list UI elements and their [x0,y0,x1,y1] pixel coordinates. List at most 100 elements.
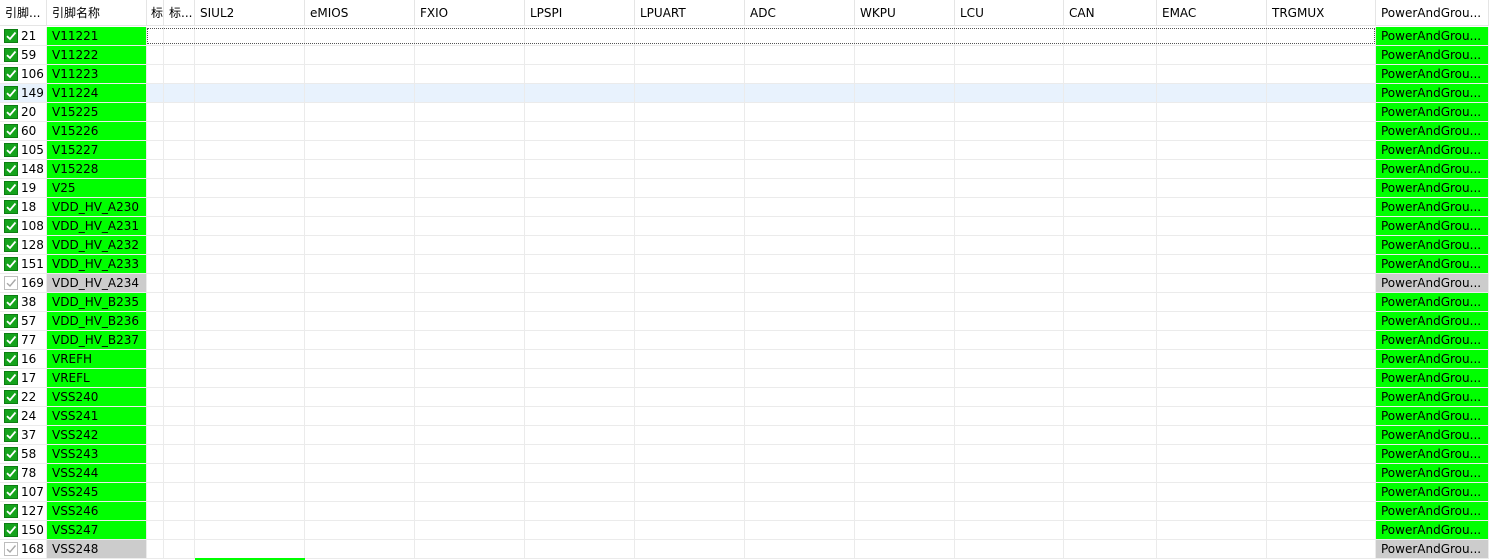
cell-trgmux[interactable] [1267,179,1376,198]
pin-name-cell[interactable]: VDD_HV_A232 [47,236,147,255]
cell-emios[interactable] [305,236,415,255]
cell-c4[interactable] [164,312,195,331]
power-and-ground-cell[interactable]: PowerAndGrou... [1376,483,1489,502]
cell-lpuart[interactable] [635,540,745,559]
pin-enabled-checkbox-icon[interactable] [4,428,18,442]
cell-can[interactable] [1064,65,1157,84]
cell-emac[interactable] [1157,236,1267,255]
cell-lcu[interactable] [955,464,1064,483]
cell-c3[interactable] [147,84,164,103]
pin-number-cell[interactable]: 17 [0,369,47,388]
cell-can[interactable] [1064,502,1157,521]
cell-c3[interactable] [147,407,164,426]
cell-emios[interactable] [305,122,415,141]
cell-siul2[interactable] [195,198,305,217]
cell-lpuart[interactable] [635,84,745,103]
table-row[interactable]: 60 V15226 PowerAndGrou... [0,122,1489,141]
pin-enabled-checkbox-icon[interactable] [4,314,18,328]
cell-c4[interactable] [164,407,195,426]
pin-name-cell[interactable]: VDD_HV_A230 [47,198,147,217]
power-and-ground-cell[interactable]: PowerAndGrou... [1376,521,1489,540]
cell-c4[interactable] [164,46,195,65]
power-and-ground-cell[interactable]: PowerAndGrou... [1376,407,1489,426]
cell-siul2[interactable] [195,331,305,350]
cell-lpspi[interactable] [525,160,635,179]
cell-siul2[interactable] [195,160,305,179]
pin-enabled-checkbox-icon[interactable] [4,295,18,309]
cell-lpspi[interactable] [525,179,635,198]
cell-lpspi[interactable] [525,274,635,293]
cell-adc[interactable] [745,369,855,388]
cell-emios[interactable] [305,445,415,464]
table-row[interactable]: 150 VSS247 PowerAndGrou... [0,521,1489,540]
cell-siul2[interactable] [195,84,305,103]
cell-fxio[interactable] [415,521,525,540]
cell-lpuart[interactable] [635,27,745,46]
pin-number-cell[interactable]: 168 [0,540,47,559]
cell-lpuart[interactable] [635,65,745,84]
cell-c4[interactable] [164,84,195,103]
cell-trgmux[interactable] [1267,160,1376,179]
cell-emios[interactable] [305,179,415,198]
cell-lpuart[interactable] [635,350,745,369]
cell-lcu[interactable] [955,84,1064,103]
cell-emac[interactable] [1157,464,1267,483]
cell-adc[interactable] [745,46,855,65]
pin-number-cell[interactable]: 37 [0,426,47,445]
power-and-ground-cell[interactable]: PowerAndGrou... [1376,141,1489,160]
cell-can[interactable] [1064,521,1157,540]
cell-emios[interactable] [305,46,415,65]
cell-lpuart[interactable] [635,426,745,445]
cell-trgmux[interactable] [1267,388,1376,407]
pin-number-cell[interactable]: 58 [0,445,47,464]
cell-trgmux[interactable] [1267,122,1376,141]
cell-can[interactable] [1064,293,1157,312]
cell-c3[interactable] [147,426,164,445]
cell-emac[interactable] [1157,274,1267,293]
pin-name-cell[interactable]: VREFH [47,350,147,369]
cell-trgmux[interactable] [1267,293,1376,312]
pin-enabled-checkbox-icon[interactable] [4,523,18,537]
cell-c3[interactable] [147,179,164,198]
column-header-c3[interactable]: 标 [147,0,164,26]
table-row[interactable]: 105 V15227 PowerAndGrou... [0,141,1489,160]
cell-adc[interactable] [745,426,855,445]
cell-adc[interactable] [745,141,855,160]
cell-siul2[interactable] [195,217,305,236]
cell-siul2[interactable] [195,236,305,255]
cell-lpspi[interactable] [525,483,635,502]
cell-fxio[interactable] [415,103,525,122]
cell-lcu[interactable] [955,388,1064,407]
cell-fxio[interactable] [415,540,525,559]
cell-lpspi[interactable] [525,521,635,540]
cell-adc[interactable] [745,255,855,274]
cell-emios[interactable] [305,160,415,179]
power-and-ground-cell[interactable]: PowerAndGrou... [1376,236,1489,255]
cell-trgmux[interactable] [1267,103,1376,122]
cell-c3[interactable] [147,540,164,559]
power-and-ground-cell[interactable]: PowerAndGrou... [1376,350,1489,369]
cell-lpuart[interactable] [635,160,745,179]
cell-adc[interactable] [745,540,855,559]
cell-can[interactable] [1064,255,1157,274]
cell-emios[interactable] [305,388,415,407]
cell-emac[interactable] [1157,388,1267,407]
cell-c4[interactable] [164,521,195,540]
cell-wkpu[interactable] [855,217,955,236]
cell-trgmux[interactable] [1267,198,1376,217]
cell-adc[interactable] [745,65,855,84]
power-and-ground-cell[interactable]: PowerAndGrou... [1376,274,1489,293]
column-header-emac[interactable]: EMAC [1157,0,1267,26]
cell-wkpu[interactable] [855,540,955,559]
cell-lcu[interactable] [955,141,1064,160]
pin-enabled-checkbox-icon[interactable] [4,29,18,43]
cell-emac[interactable] [1157,84,1267,103]
cell-can[interactable] [1064,464,1157,483]
cell-emios[interactable] [305,521,415,540]
pin-enabled-checkbox-icon[interactable] [4,447,18,461]
cell-lpuart[interactable] [635,274,745,293]
cell-c3[interactable] [147,236,164,255]
cell-can[interactable] [1064,331,1157,350]
cell-c3[interactable] [147,369,164,388]
cell-fxio[interactable] [415,426,525,445]
